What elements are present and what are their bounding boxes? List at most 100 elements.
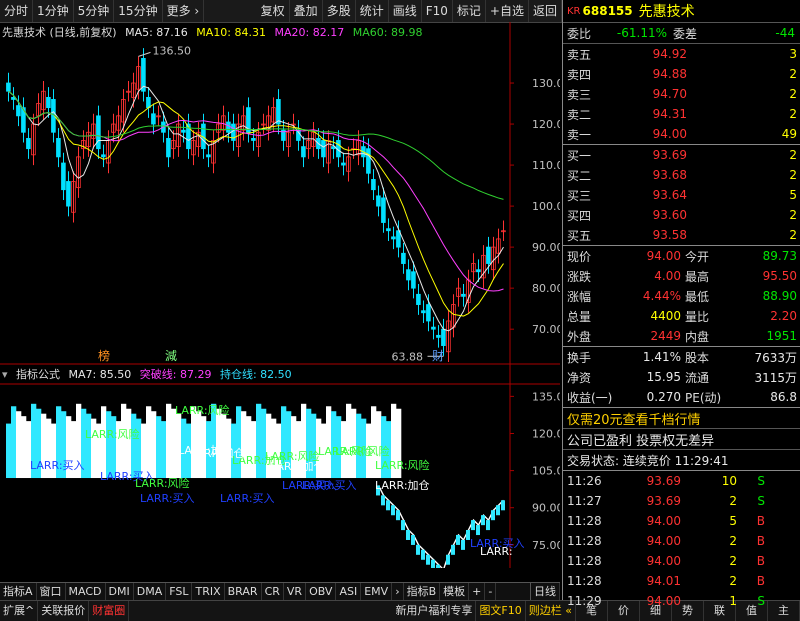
ratio-label: 委比 <box>567 26 592 41</box>
toolbar-btn-12[interactable]: +自选 <box>486 0 529 22</box>
indicator-fill-bar <box>241 411 247 479</box>
quote-panel: KR 688155 先惠技术 委比 -61.11% 委差 -44 卖五 94.92… <box>562 0 800 608</box>
stat-label: 涨跌 <box>567 269 592 284</box>
indicator-signal-label: LARR:买入 <box>30 459 85 472</box>
kline-chart[interactable]: 130.0 120.0 110.0 100.0 90.00 80.00 70.00 136.5… <box>0 22 560 568</box>
toolbar-btn-10[interactable]: F10 <box>422 0 453 22</box>
indicator-tab-13[interactable]: › <box>392 583 404 601</box>
candle-body <box>301 146 306 158</box>
tick-time: 11:26 <box>567 474 602 488</box>
indicator-collapse-icon[interactable]: ▾ <box>2 368 8 381</box>
candle-body <box>426 304 431 322</box>
toolbar-btn-3[interactable]: 15分钟 <box>114 0 163 22</box>
toolbar-btn-1[interactable]: 1分钟 <box>33 0 74 22</box>
status-mid-0[interactable]: 图文F10 <box>476 601 526 621</box>
status-left-0[interactable]: 扩展^ <box>0 601 39 621</box>
toolbar-btn-4[interactable]: 更多 › <box>163 0 205 22</box>
price-axis-label: 110.0 <box>532 159 560 172</box>
price-axis-label: 70.00 <box>532 323 560 336</box>
toolbar-btn-8[interactable]: 统计 <box>356 0 389 22</box>
cai-badge[interactable]: 财 <box>432 349 444 363</box>
status-left-2[interactable]: 财富圈 <box>89 601 130 621</box>
tick-price: 94.00 <box>646 514 681 528</box>
candle-body <box>411 271 416 289</box>
indicator-tab-1[interactable]: 窗口 <box>37 583 66 601</box>
indicator-tab-7[interactable]: BRAR <box>225 583 262 601</box>
indicator-tab-4[interactable]: DMA <box>134 583 167 601</box>
asks-label: 卖五 <box>567 47 592 62</box>
indicator-fill-bar <box>161 421 167 479</box>
candle-body <box>6 82 11 92</box>
candle-body <box>146 96 151 109</box>
toolbar-btn-13[interactable]: 返回 <box>529 0 562 22</box>
bid-book: 买一 93.69 2 买二 93.68 2 买三 93.64 5 买四 93.60 2 买五 93.58 2 <box>563 145 800 246</box>
indicator-lower-bar <box>446 554 450 565</box>
stat-value: 1951 <box>766 329 797 343</box>
bang-badge[interactable]: 榜 <box>98 348 110 363</box>
share-value: 0.270 <box>646 390 681 404</box>
indicator-tab-11[interactable]: ASI <box>336 583 362 601</box>
indicator-tab-5[interactable]: FSL <box>166 583 193 601</box>
candle-body <box>226 121 231 133</box>
status-promo[interactable]: 新用户福利专享 <box>392 601 477 621</box>
indicator-lower-bar <box>461 539 465 550</box>
indicator-tab-3[interactable]: DMI <box>106 583 134 601</box>
bids-price: 93.64 <box>652 188 687 202</box>
trade-state: 交易状态: 连续竞价 11:29:41 <box>567 453 729 468</box>
bids-volume: 2 <box>789 148 797 162</box>
indicator-tab-12[interactable]: EMV <box>361 583 393 601</box>
toolbar-btn-7[interactable]: 多股 <box>323 0 356 22</box>
asks-volume: 2 <box>789 107 797 121</box>
period-label[interactable]: 日线 <box>530 583 560 601</box>
indicator-lower-bar <box>401 520 405 531</box>
toolbar-btn-2[interactable]: 5分钟 <box>74 0 115 22</box>
stat-value: 4.44% <box>642 289 681 303</box>
candle-body <box>396 230 401 248</box>
tick-time: 11:28 <box>567 574 602 588</box>
indicator-tab-16[interactable]: + <box>469 583 486 601</box>
share-value: 3115万 <box>754 370 797 385</box>
promo-row[interactable]: 仅需20元查看千档行情 <box>563 408 800 429</box>
indicator-tab-10[interactable]: OBV <box>306 583 337 601</box>
toolbar-btn-6[interactable]: 叠加 <box>290 0 323 22</box>
indicator-fill-bar <box>16 411 22 479</box>
promo-text[interactable]: 仅需20元查看千档行情 <box>563 409 701 428</box>
candle-body <box>401 252 406 264</box>
stat-value: 89.73 <box>762 249 797 263</box>
toolbar-btn-5[interactable]: 复权 <box>257 0 290 22</box>
toolbar-btn-9[interactable]: 画线 <box>389 0 422 22</box>
bids-label: 买三 <box>567 188 592 203</box>
indicator-tab-9[interactable]: VR <box>284 583 307 601</box>
indicator-fill-bar <box>251 421 257 479</box>
toolbar-btn-11[interactable]: 标记 <box>453 0 486 22</box>
candle-body <box>101 154 106 158</box>
status-left-1[interactable]: 关联报价 <box>38 601 90 621</box>
quote-title: KR 688155 先惠技术 <box>563 0 800 23</box>
indicator-fill-bar <box>156 416 162 479</box>
high-marker <box>138 51 151 57</box>
indicator-tab-2[interactable]: MACD <box>66 583 106 601</box>
toolbar-btn-0[interactable]: 分时 <box>0 0 34 22</box>
indicator-tab-6[interactable]: TRIX <box>192 583 225 601</box>
candle-body <box>206 154 211 158</box>
indicator-tab-8[interactable]: CR <box>262 583 284 601</box>
indicator-lower-bar <box>421 549 425 560</box>
indicator-fill-bar <box>6 423 12 479</box>
indicator-signal-label: LARR:风险 <box>335 444 390 458</box>
ma7-legend: MA7: 85.50 <box>68 368 132 381</box>
indicator-signal-label: LARR:买入 <box>220 492 275 505</box>
tick-list[interactable]: 11:26 93.69 10 S 11:27 93.69 2 S 11:28 94.00 5 B 11:… <box>563 471 800 611</box>
indicator-tab-15[interactable]: 模板 <box>440 583 470 601</box>
bids-label: 买五 <box>567 228 592 243</box>
kr-badge: KR <box>567 5 581 17</box>
tick-side: B <box>756 574 765 588</box>
indicator-tab-14[interactable]: 指标B <box>404 583 441 601</box>
indicator-fill-bar <box>101 406 107 479</box>
indicator-name[interactable]: 指标公式 <box>16 368 60 381</box>
indicator-tab-17[interactable]: - <box>485 583 497 601</box>
jian-badge[interactable]: 減 <box>165 348 177 363</box>
tick-time: 11:28 <box>567 534 602 548</box>
tick-side: B <box>756 554 765 568</box>
indicator-tab-0[interactable]: 指标A <box>0 583 37 601</box>
stat-label: 现价 <box>567 249 592 264</box>
